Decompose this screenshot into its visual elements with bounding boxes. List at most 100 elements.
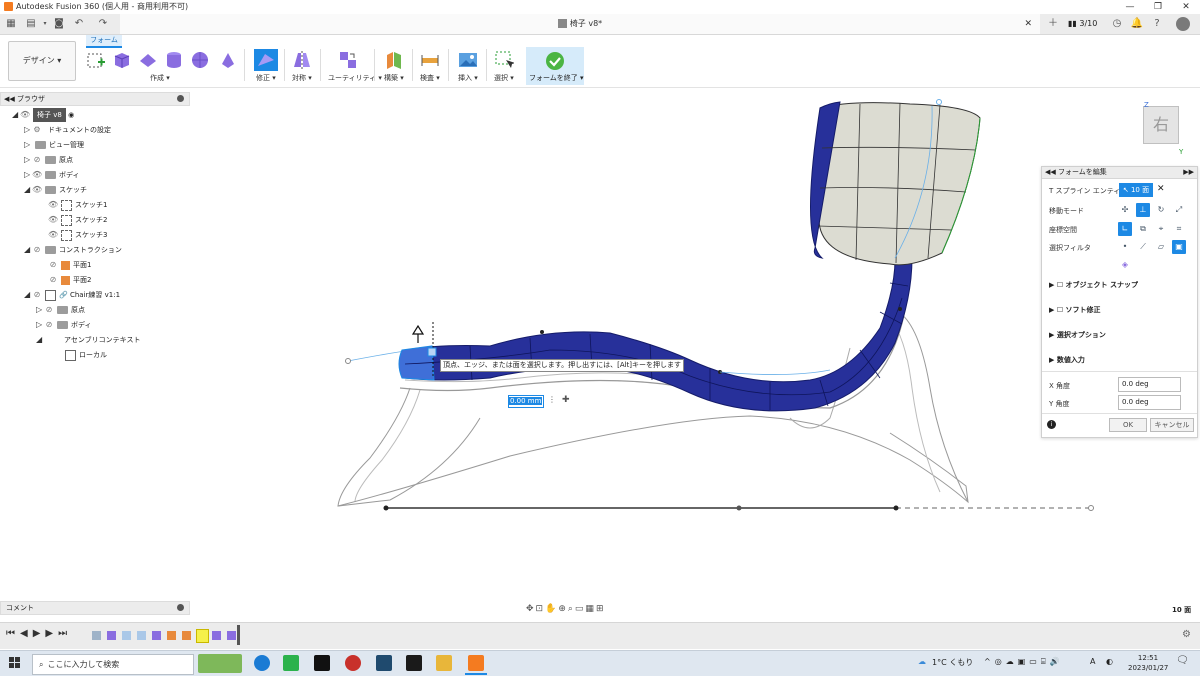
collapse-icon[interactable]: ◢ (24, 183, 32, 197)
view-cube[interactable]: 右 (1143, 106, 1179, 144)
multi-move-icon[interactable]: ✣ (1118, 203, 1132, 217)
notification-center-icon[interactable]: 🗨 (1176, 655, 1189, 666)
visibility-eye-icon[interactable]: 👁 (20, 108, 30, 122)
expand-icon[interactable]: ▷ (24, 123, 32, 137)
sketch-point[interactable] (345, 358, 351, 364)
document-tab[interactable]: 椅子 v8* ✕ (120, 14, 1040, 34)
media-app-icon[interactable] (406, 655, 422, 671)
timeline-marker[interactable] (237, 625, 240, 645)
hidden-eye-icon[interactable]: ⊘ (32, 243, 42, 257)
new-tab-icon[interactable]: ＋ (1046, 17, 1060, 31)
tree-item-root[interactable]: ◢ 👁 椅子 v8 ◉ (12, 108, 74, 122)
sphere-icon[interactable] (190, 50, 210, 70)
hidden-eye-icon[interactable]: ⊘ (32, 288, 42, 302)
tray-app-icon[interactable]: ▣ (1018, 657, 1030, 666)
play-icon[interactable]: ▶ (33, 628, 46, 639)
fit-icon[interactable]: ⌕ (568, 604, 575, 614)
tree-item-plane2[interactable]: ⊘ 平面2 (48, 273, 91, 287)
hidden-eye-icon[interactable]: ⊘ (48, 273, 58, 287)
rotate-icon[interactable]: ↻ (1154, 203, 1168, 217)
browser-options-icon[interactable] (177, 95, 184, 102)
comments-bar[interactable]: コメント (0, 601, 190, 615)
hidden-eye-icon[interactable]: ⊘ (48, 258, 58, 272)
tree-item-construction[interactable]: ◢ ⊘ コンストラクション (24, 243, 122, 257)
pan-icon[interactable]: ✋ (545, 604, 558, 614)
fusion-taskbar-icon[interactable] (468, 655, 484, 671)
version-count[interactable]: ▮▮ 3/10 (1068, 17, 1097, 31)
modify-menu[interactable]: 修正 ▾ (256, 73, 276, 83)
tree-item-local[interactable]: ローカル (62, 348, 107, 362)
maximize-button[interactable]: ❐ (1144, 0, 1172, 14)
notifications-icon[interactable]: 🔔 (1130, 17, 1144, 31)
avatar[interactable] (1176, 17, 1190, 31)
world-space-icon[interactable]: ∟ (1118, 222, 1132, 236)
collapse-browser-icon[interactable]: ◀◀ (4, 93, 15, 105)
all-filter-icon[interactable]: ▣ (1172, 240, 1186, 254)
tab-form[interactable]: フォーム (86, 35, 122, 48)
ok-button[interactable]: OK (1109, 418, 1147, 432)
tree-item-named-views[interactable]: ▷ ビュー管理 (24, 138, 84, 152)
timeline-feature-icon[interactable] (227, 631, 236, 640)
weather-cloud-icon[interactable]: ☁ (918, 657, 926, 666)
timeline-feature-icon[interactable] (92, 631, 101, 640)
construct-menu[interactable]: 構築 ▾ (384, 73, 404, 83)
x-angle-input[interactable]: 0.0 deg (1118, 377, 1181, 392)
box-icon[interactable] (112, 50, 132, 70)
visibility-eye-icon[interactable]: 👁 (32, 183, 42, 197)
minimize-button[interactable]: — (1116, 0, 1144, 14)
network-icon[interactable]: ⌸ (1041, 657, 1050, 666)
select-options-section[interactable]: ▶ 選択オプション (1049, 330, 1106, 340)
browser-header[interactable]: ◀◀ ブラウザ (0, 92, 190, 106)
hidden-eye-icon[interactable]: ⊘ (44, 303, 54, 317)
tree-item-sub-bodies[interactable]: ▷ ⊘ ボディ (36, 318, 92, 332)
input-options-icon[interactable]: ⋮ (548, 395, 556, 404)
cylinder-icon[interactable] (164, 50, 184, 70)
insert-image-icon[interactable] (458, 50, 478, 70)
clock[interactable]: 12:51 2023/01/27 (1128, 653, 1168, 673)
select-menu[interactable]: 選択 ▾ (494, 73, 514, 83)
sketch-point[interactable] (936, 99, 942, 105)
symmetry-icon[interactable] (292, 50, 312, 70)
tree-item-document-settings[interactable]: ▷ ⚙ ドキュメントの設定 (24, 123, 111, 137)
timeline-feature-icon[interactable] (152, 631, 161, 640)
search-highlight-image[interactable] (198, 654, 242, 673)
face-filter-icon[interactable]: ▱ (1154, 240, 1168, 254)
go-to-end-icon[interactable]: ⏭ (58, 628, 72, 639)
line-app-icon[interactable] (283, 655, 299, 671)
translate-icon[interactable]: ⊥ (1136, 203, 1150, 217)
hidden-eye-icon[interactable]: ⊘ (44, 318, 54, 332)
body-filter-icon[interactable]: ◈ (1118, 258, 1132, 272)
help-icon[interactable]: ? (1150, 17, 1164, 31)
cancel-button[interactable]: キャンセル (1150, 418, 1194, 432)
vertex[interactable] (540, 330, 544, 334)
timeline-settings-gear-icon[interactable]: ⚙ (1182, 629, 1191, 640)
manipulator-handle[interactable] (427, 347, 437, 357)
tree-item-linked-component[interactable]: ◢ ⊘ 🔗 Chair練習 v1:1 (24, 288, 120, 302)
visibility-eye-icon[interactable]: 👁 (48, 198, 58, 212)
file-explorer-icon[interactable] (436, 655, 452, 671)
tree-item-sketch3[interactable]: 👁 スケッチ3 (48, 228, 107, 242)
hidden-eye-icon[interactable]: ⊘ (32, 153, 42, 167)
timeline-feature-icon[interactable] (212, 631, 221, 640)
tree-item-sketches[interactable]: ◢ 👁 スケッチ (24, 183, 87, 197)
volume-icon[interactable]: 🔊 (1050, 657, 1064, 666)
sketch-point[interactable] (893, 505, 899, 511)
utilities-icon[interactable] (338, 50, 358, 70)
visibility-eye-icon[interactable]: 👁 (48, 228, 58, 242)
workspace-switcher[interactable]: デザイン ▾ (8, 41, 76, 81)
collapse-icon[interactable]: ◢ (36, 333, 44, 347)
insert-menu[interactable]: 挿入 ▾ (458, 73, 478, 83)
job-status-icon[interactable]: ◷ (1110, 17, 1124, 31)
file-dropdown-icon[interactable]: ▾ (38, 17, 52, 31)
collapse-icon[interactable]: ◢ (24, 288, 32, 302)
panel-expand-icon[interactable]: ▶▶ (1183, 167, 1194, 178)
recorder-app-icon[interactable] (345, 655, 361, 671)
tree-item-bodies[interactable]: ▷ 👁 ボディ (24, 168, 80, 182)
clear-selection-icon[interactable]: ✕ (1157, 184, 1165, 194)
distance-input[interactable]: 0.00 mm (508, 395, 544, 408)
panel-collapse-icon[interactable]: ◀◀ (1045, 168, 1056, 176)
zoom-icon[interactable]: ⊕ (558, 604, 568, 614)
onedrive-icon[interactable]: ☁ (1006, 657, 1018, 666)
timeline-feature-icon[interactable] (182, 631, 191, 640)
panel-header[interactable]: ◀◀ フォームを編集 ▶▶ (1042, 167, 1197, 179)
